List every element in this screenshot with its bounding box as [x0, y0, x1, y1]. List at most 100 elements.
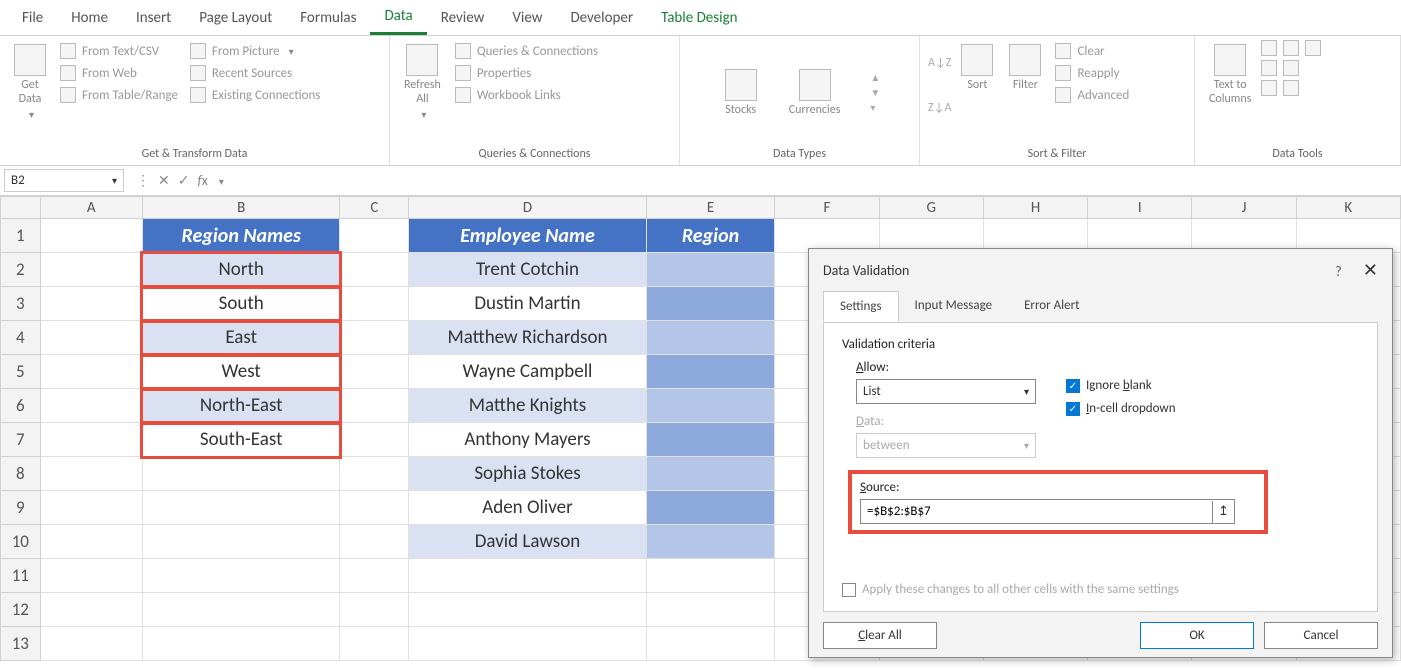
col-header[interactable]: C	[340, 197, 409, 219]
col-header[interactable]: E	[646, 197, 775, 219]
ok-button[interactable]: OK	[1140, 622, 1254, 649]
row-header[interactable]: 2	[1, 253, 41, 287]
from-picture-button[interactable]: From Picture	[186, 40, 324, 62]
tool-icon[interactable]	[1283, 80, 1299, 96]
cell[interactable]: South-East	[142, 423, 339, 457]
cell[interactable]: North-East	[142, 389, 339, 423]
sort-desc-icon[interactable]: Z↓A	[928, 101, 951, 115]
relationships-icon[interactable]	[1283, 60, 1299, 76]
col-header[interactable]: G	[879, 197, 983, 219]
row-header[interactable]: 10	[1, 525, 41, 559]
cell[interactable]: Matthe Knights	[409, 389, 646, 423]
col-header[interactable]: B	[142, 197, 339, 219]
queries-connections-button[interactable]: Queries & Connections	[451, 40, 602, 62]
properties-button[interactable]: Properties	[451, 62, 602, 84]
workbook-links-button[interactable]: Workbook Links	[451, 84, 602, 106]
filter-button[interactable]: Filter	[1003, 40, 1047, 96]
tab-home[interactable]: Home	[57, 2, 122, 34]
expand-icon[interactable]: ▾	[870, 101, 880, 114]
row-header[interactable]: 12	[1, 593, 41, 627]
cell[interactable]	[646, 525, 775, 559]
cell[interactable]: Dustin Martin	[409, 287, 646, 321]
cell[interactable]	[646, 491, 775, 525]
cell[interactable]: East	[142, 321, 339, 355]
cancel-icon[interactable]: ✕	[158, 172, 170, 189]
help-icon[interactable]: ?	[1335, 263, 1342, 280]
cell[interactable]	[646, 423, 775, 457]
cell[interactable]: Region Names	[142, 219, 339, 253]
allow-combo[interactable]: List▾	[856, 379, 1036, 404]
recent-sources-button[interactable]: Recent Sources	[186, 62, 324, 84]
cell[interactable]	[646, 355, 775, 389]
currencies-button[interactable]: Currencies	[783, 65, 847, 121]
cell[interactable]: South	[142, 287, 339, 321]
name-box[interactable]: B2▾	[4, 169, 124, 192]
cancel-button[interactable]: Cancel	[1264, 622, 1378, 649]
col-header[interactable]: D	[409, 197, 646, 219]
row-header[interactable]: 6	[1, 389, 41, 423]
data-model-icon[interactable]	[1261, 80, 1277, 96]
cell[interactable]	[646, 457, 775, 491]
scroll-down-icon[interactable]: ▼	[870, 86, 880, 99]
sort-button[interactable]: Sort	[955, 40, 999, 96]
consolidate-icon[interactable]	[1261, 60, 1277, 76]
clear-all-button[interactable]: Clear All	[823, 622, 937, 649]
remove-dup-icon[interactable]	[1283, 40, 1299, 56]
dialog-tab-input[interactable]: Input Message	[899, 291, 1009, 322]
cell[interactable]	[646, 321, 775, 355]
from-web-button[interactable]: From Web	[56, 62, 182, 84]
tab-pagelayout[interactable]: Page Layout	[185, 2, 286, 34]
cell[interactable]: Matthew Richardson	[409, 321, 646, 355]
col-header[interactable]: I	[1088, 197, 1192, 219]
row-header[interactable]: 8	[1, 457, 41, 491]
stocks-button[interactable]: Stocks	[719, 65, 763, 121]
reapply-button[interactable]: Reapply	[1051, 62, 1133, 84]
row-header[interactable]: 3	[1, 287, 41, 321]
cell[interactable]: Anthony Mayers	[409, 423, 646, 457]
tab-data[interactable]: Data	[370, 0, 426, 35]
cell[interactable]: Trent Cotchin	[409, 253, 646, 287]
col-header[interactable]: H	[983, 197, 1087, 219]
cell[interactable]: Sophia Stokes	[409, 457, 646, 491]
data-validation-icon[interactable]	[1305, 40, 1321, 56]
refresh-all-button[interactable]: Refresh All	[398, 40, 447, 126]
row-header[interactable]: 7	[1, 423, 41, 457]
tab-review[interactable]: Review	[427, 2, 499, 34]
row-header[interactable]: 5	[1, 355, 41, 389]
cell[interactable]: Region	[646, 219, 775, 253]
ignore-blank-checkbox[interactable]: ✓Ignore blank	[1066, 378, 1176, 393]
existing-connections-button[interactable]: Existing Connections	[186, 84, 324, 106]
text-to-columns-button[interactable]: Text to Columns	[1203, 40, 1257, 110]
source-input[interactable]	[861, 500, 1212, 523]
tab-insert[interactable]: Insert	[122, 2, 185, 34]
row-header[interactable]: 9	[1, 491, 41, 525]
col-header[interactable]: F	[775, 197, 879, 219]
cell[interactable]	[646, 287, 775, 321]
fx-icon[interactable]: fx	[197, 172, 207, 189]
dialog-tab-error[interactable]: Error Alert	[1008, 291, 1095, 322]
advanced-button[interactable]: Advanced	[1051, 84, 1133, 106]
row-header[interactable]: 13	[1, 627, 41, 661]
cell[interactable]	[646, 253, 775, 287]
cell[interactable]: West	[142, 355, 339, 389]
cell[interactable]: Aden Oliver	[409, 491, 646, 525]
cell[interactable]: North	[142, 253, 339, 287]
clear-button[interactable]: Clear	[1051, 40, 1133, 62]
col-header[interactable]: A	[40, 197, 142, 219]
row-header[interactable]: 11	[1, 559, 41, 593]
tab-tabledesign[interactable]: Table Design	[647, 2, 751, 34]
scroll-up-icon[interactable]: ▲	[870, 71, 880, 84]
cell[interactable]: Wayne Campbell	[409, 355, 646, 389]
cell[interactable]	[646, 389, 775, 423]
row-header[interactable]: 1	[1, 219, 41, 253]
range-picker-icon[interactable]: ↥	[1212, 501, 1234, 523]
from-textcsv-button[interactable]: From Text/CSV	[56, 40, 182, 62]
incell-dropdown-checkbox[interactable]: ✓In-cell dropdown	[1066, 401, 1176, 416]
col-header[interactable]: K	[1296, 197, 1400, 219]
tab-formulas[interactable]: Formulas	[286, 2, 370, 34]
tab-view[interactable]: View	[498, 2, 556, 34]
cell[interactable]: David Lawson	[409, 525, 646, 559]
cell[interactable]: Employee Name	[409, 219, 646, 253]
get-data-button[interactable]: Get Data	[8, 40, 52, 126]
row-header[interactable]: 4	[1, 321, 41, 355]
